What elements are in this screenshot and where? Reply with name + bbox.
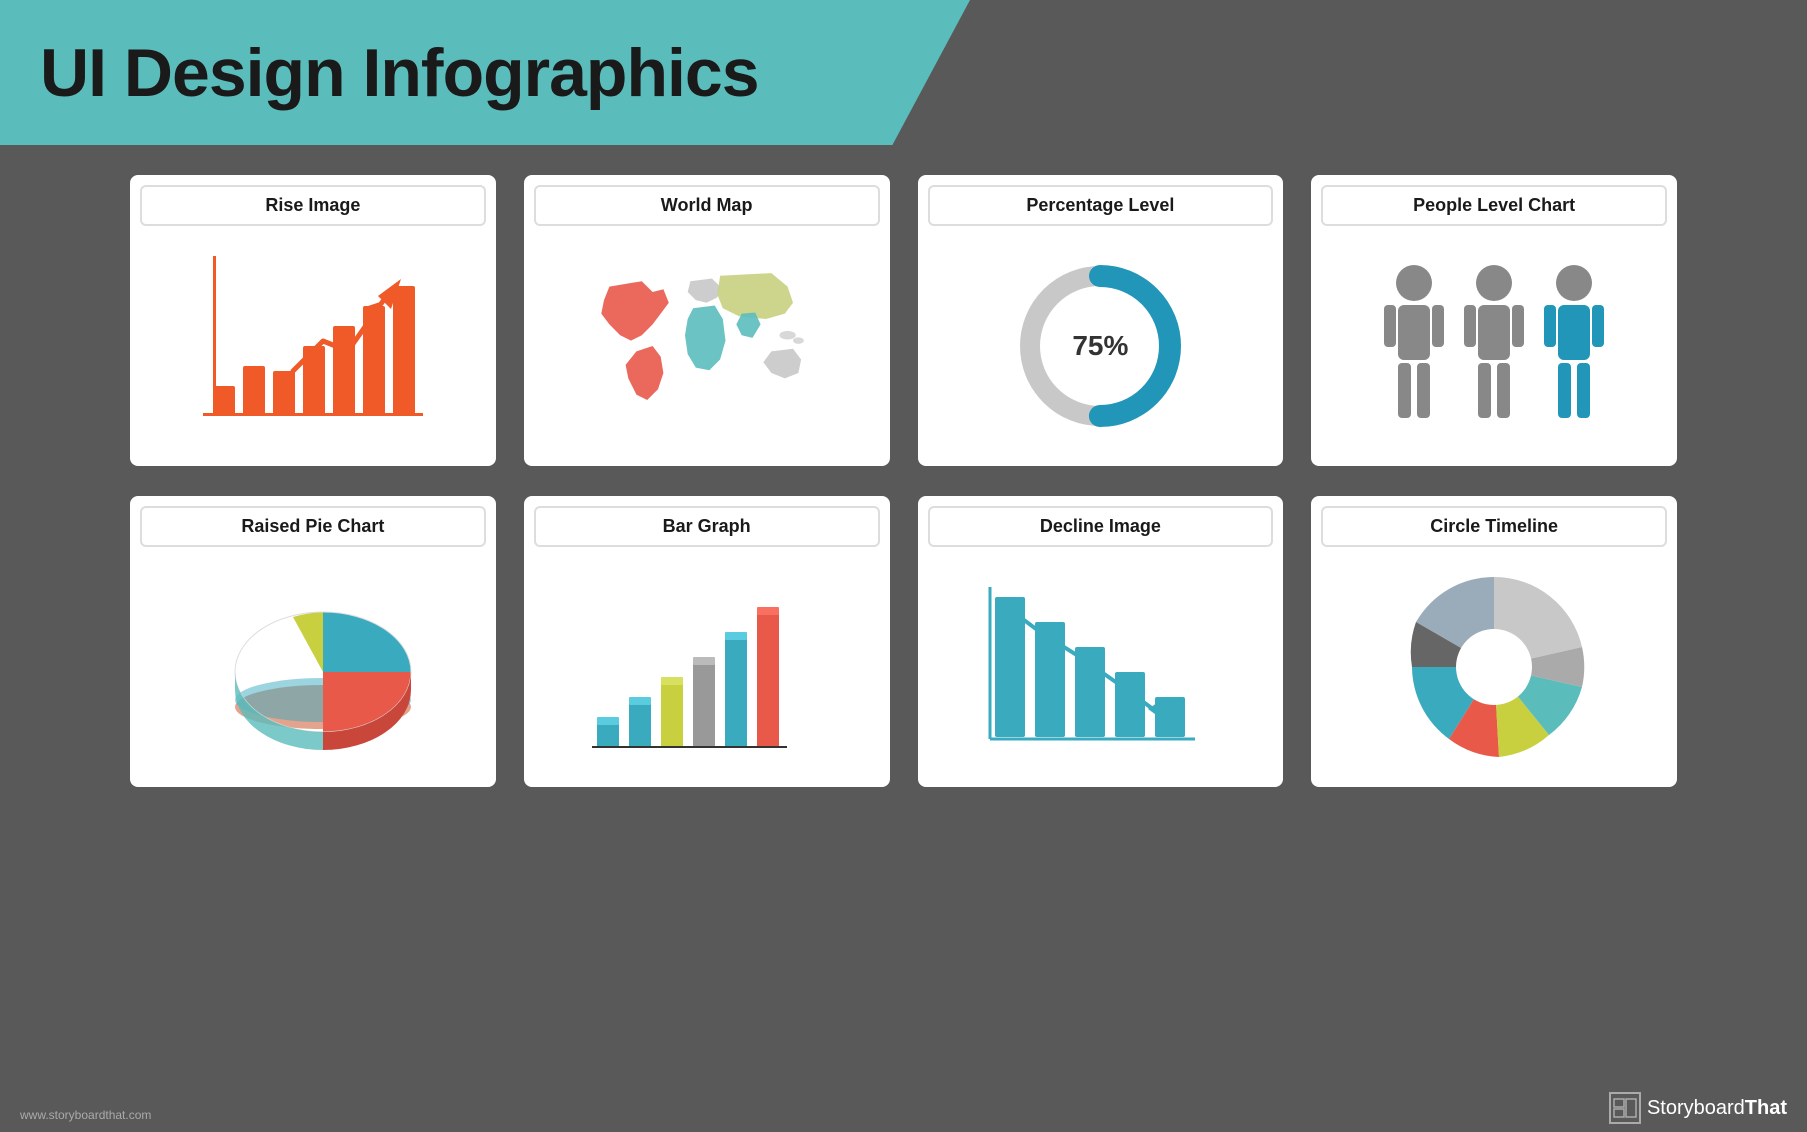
card-body-world-map: [524, 226, 890, 466]
card-title-world-map: World Map: [534, 185, 880, 226]
card-raised-pie: Raised Pie Chart: [130, 496, 496, 787]
bar-graph-visual: [587, 577, 827, 757]
card-body-decline-image: [918, 547, 1284, 787]
person-3: [1542, 261, 1607, 431]
card-rise-image: Rise Image: [130, 175, 496, 466]
card-bar-graph: Bar Graph: [524, 496, 890, 787]
footer-brand: StoryboardThat: [1609, 1092, 1787, 1124]
person-2: [1462, 261, 1527, 431]
people-visual: [1382, 261, 1607, 431]
card-title-people-level: People Level Chart: [1321, 185, 1667, 226]
card-body-raised-pie: [130, 547, 496, 787]
card-title-circle-timeline: Circle Timeline: [1321, 506, 1667, 547]
card-world-map: World Map: [524, 175, 890, 466]
card-circle-timeline: Circle Timeline: [1311, 496, 1677, 787]
card-title-percentage-level: Percentage Level: [928, 185, 1274, 226]
card-title-rise-image: Rise Image: [140, 185, 486, 226]
rise-bar-2: [243, 366, 265, 416]
card-body-rise-image: [130, 226, 496, 466]
card-title-bar-graph: Bar Graph: [534, 506, 880, 547]
card-title-raised-pie: Raised Pie Chart: [140, 506, 486, 547]
world-map-visual: [577, 256, 837, 436]
card-body-circle-timeline: [1311, 547, 1677, 787]
card-people-level: People Level Chart: [1311, 175, 1677, 466]
footer-website: www.storyboardthat.com: [20, 1108, 151, 1122]
person-1: [1382, 261, 1447, 431]
circle-timeline-visual: [1394, 567, 1594, 767]
card-percentage-level: Percentage Level 75%: [918, 175, 1284, 466]
card-body-percentage-level: 75%: [918, 226, 1284, 466]
pie-chart-visual: [213, 582, 413, 752]
card-title-decline-image: Decline Image: [928, 506, 1274, 547]
brand-text: StoryboardThat: [1647, 1097, 1787, 1120]
rise-chart: [203, 256, 423, 436]
card-body-bar-graph: [524, 547, 890, 787]
decline-visual: [985, 577, 1215, 757]
card-decline-image: Decline Image: [918, 496, 1284, 787]
brand-icon: [1609, 1092, 1641, 1124]
cards-grid: Rise Image: [130, 175, 1677, 787]
card-body-people-level: [1311, 226, 1677, 466]
header-banner: UI Design Infographics: [0, 0, 970, 145]
donut-chart: 75%: [1010, 256, 1190, 436]
percentage-label: 75%: [1072, 330, 1128, 362]
page-title: UI Design Infographics: [40, 34, 759, 112]
rise-bar-1: [213, 386, 235, 416]
rise-arrow: [283, 261, 413, 396]
